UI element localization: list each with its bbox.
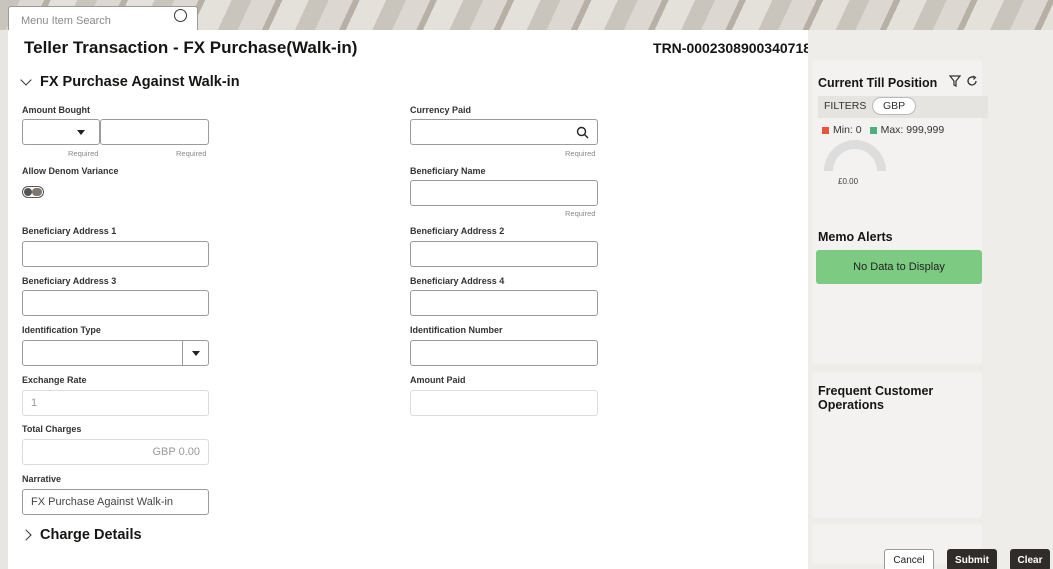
submit-button[interactable]: Submit	[947, 549, 997, 569]
section-charge-details-title: Charge Details	[40, 527, 142, 543]
currency-paid-input[interactable]	[410, 119, 598, 145]
beneficiary-address-3-label: Beneficiary Address 3	[22, 276, 117, 286]
search-icon[interactable]	[174, 9, 187, 22]
clear-button[interactable]: Clear	[1010, 549, 1050, 569]
exchange-rate-field: 1	[22, 390, 209, 416]
amount-bought-input[interactable]	[100, 119, 209, 145]
memo-alerts-card: Memo Alerts No Data to Display	[812, 218, 982, 364]
identification-number-label: Identification Number	[410, 325, 503, 335]
allow-denom-variance-label: Allow Denom Variance	[22, 166, 119, 176]
required-hint: Required	[176, 149, 207, 158]
caret-down-icon[interactable]	[191, 350, 200, 356]
gauge-value: £0.00	[838, 177, 859, 186]
beneficiary-address-2-input[interactable]	[410, 241, 598, 267]
menu-search[interactable]: Menu Item Search	[8, 6, 198, 32]
total-charges-field: GBP 0.00	[22, 439, 209, 465]
frequent-operations-card: Frequent Customer Operations	[812, 372, 982, 518]
menu-search-input[interactable]: Menu Item Search	[21, 15, 111, 27]
memo-alerts-title: Memo Alerts	[818, 230, 893, 244]
filters-label: FILTERS	[824, 100, 867, 112]
beneficiary-address-3-input[interactable]	[22, 290, 209, 316]
exchange-rate-label: Exchange Rate	[22, 375, 87, 385]
allow-denom-variance-toggle[interactable]	[22, 186, 44, 198]
till-legend: Min: 0 Max: 999,999	[822, 124, 944, 136]
beneficiary-address-1-label: Beneficiary Address 1	[22, 226, 117, 236]
min-swatch	[822, 126, 829, 134]
required-hint: Required	[565, 149, 596, 158]
currency-paid-label: Currency Paid	[410, 105, 472, 115]
amount-bought-currency-select[interactable]	[22, 119, 100, 145]
page-title: Teller Transaction - FX Purchase(Walk-in…	[24, 38, 358, 57]
beneficiary-address-4-label: Beneficiary Address 4	[410, 276, 505, 286]
cancel-button[interactable]: Cancel	[884, 549, 934, 569]
beneficiary-name-input[interactable]	[410, 180, 598, 206]
identification-number-input[interactable]	[410, 340, 598, 366]
amount-bought-label: Amount Bought	[22, 105, 90, 115]
max-label: Max: 999,999	[880, 124, 945, 136]
beneficiary-address-1-input[interactable]	[22, 241, 209, 267]
filter-chip-gbp[interactable]: GBP	[872, 97, 917, 115]
section-charge-details[interactable]: Charge Details	[20, 527, 142, 543]
frequent-operations-title: Frequent Customer Operations	[818, 384, 934, 412]
identification-type-select[interactable]	[22, 340, 209, 366]
amount-paid-field	[410, 390, 598, 416]
beneficiary-address-4-input[interactable]	[410, 290, 598, 316]
min-label: Min: 0	[833, 124, 862, 136]
beneficiary-name-label: Beneficiary Name	[410, 166, 486, 176]
required-hint: Required	[68, 149, 99, 158]
amount-paid-label: Amount Paid	[410, 375, 466, 385]
side-panel: Current Till Position FILTERS GBP Min: 0…	[808, 30, 1053, 569]
caret-down-icon[interactable]	[77, 129, 85, 135]
till-position-card: Current Till Position FILTERS GBP Min: 0…	[812, 60, 988, 230]
section-fx-purchase[interactable]: FX Purchase Against Walk-in	[20, 74, 240, 90]
memo-no-data: No Data to Display	[816, 250, 982, 284]
total-charges-label: Total Charges	[22, 424, 82, 434]
required-hint: Required	[565, 209, 596, 218]
chevron-down-icon[interactable]	[20, 74, 32, 86]
narrative-label: Narrative	[22, 474, 62, 484]
beneficiary-address-2-label: Beneficiary Address 2	[410, 226, 505, 236]
max-swatch	[869, 126, 877, 134]
till-gauge	[824, 140, 886, 171]
search-icon[interactable]	[576, 126, 589, 139]
identification-type-label: Identification Type	[22, 325, 101, 335]
refresh-icon[interactable]	[966, 75, 978, 87]
filter-icon[interactable]	[949, 75, 961, 87]
chevron-right-icon[interactable]	[20, 529, 32, 541]
till-position-title: Current Till Position	[818, 76, 938, 90]
section-fx-purchase-title: FX Purchase Against Walk-in	[40, 74, 240, 90]
narrative-input[interactable]: FX Purchase Against Walk-in	[22, 489, 209, 515]
